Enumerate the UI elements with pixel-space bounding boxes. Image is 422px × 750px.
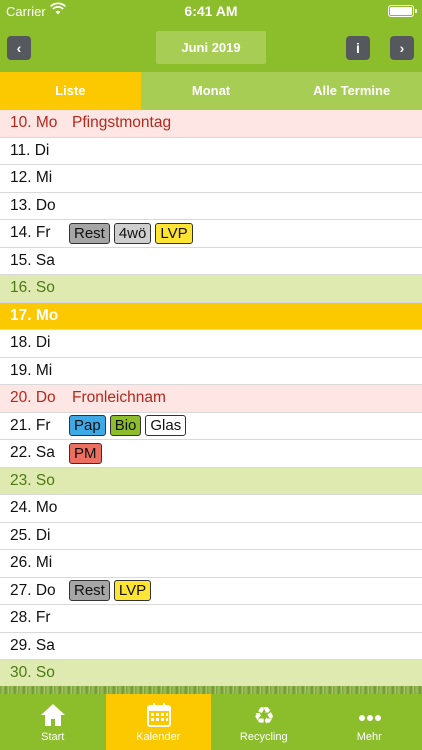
day-label: 19. Mi (10, 361, 53, 379)
chevron-right-icon: › (399, 40, 405, 56)
day-row[interactable]: 18. Di (0, 330, 422, 358)
tab-bar: Start Kalender ♻ Recycling Mehr (0, 694, 422, 750)
day-label: 22. Sa (10, 444, 55, 462)
day-label: 27. Do (10, 581, 56, 599)
day-label: 10. Mo (10, 114, 58, 132)
collection-tag[interactable]: LVP (155, 222, 193, 244)
day-row[interactable]: 28. Fr (0, 605, 422, 633)
collection-tag[interactable]: Bio (109, 415, 142, 437)
tab-monat[interactable]: Monat (141, 72, 282, 110)
calendar-icon (146, 703, 171, 727)
day-row[interactable]: 12. Mi (0, 165, 422, 193)
tabbar-label: Kalender (136, 731, 181, 743)
home-icon (41, 704, 65, 726)
info-button[interactable]: i (346, 36, 370, 60)
day-label: 25. Di (10, 526, 51, 544)
next-month-button[interactable]: › (390, 36, 414, 60)
info-icon: i (356, 40, 360, 56)
day-label: 24. Mo (10, 499, 58, 517)
day-row[interactable]: 25. Di (0, 522, 422, 550)
day-label: 16. So (10, 279, 55, 297)
nav-bar: ‹ Juni 2019 i › (0, 22, 422, 72)
day-row[interactable]: 17. Mo (0, 302, 422, 330)
holiday-name: Pfingstmontag (72, 114, 172, 132)
clock: 6:41 AM (184, 3, 238, 19)
previous-month-button[interactable]: ‹ (7, 36, 31, 60)
day-row[interactable]: 11. Di (0, 137, 422, 165)
day-row[interactable]: 26. Mi (0, 550, 422, 578)
collection-tag[interactable]: LVP (113, 580, 152, 602)
tab-liste[interactable]: Liste (0, 72, 141, 110)
collection-tag[interactable]: Glas (145, 415, 187, 437)
grass-background (0, 686, 422, 694)
tabbar-item-mehr[interactable]: Mehr (317, 694, 422, 750)
svg-text:♻: ♻ (253, 702, 275, 728)
day-label: 23. So (10, 471, 55, 489)
day-label: 30. So (10, 664, 55, 682)
day-label: 21. Fr (10, 416, 51, 434)
status-bar: Carrier 6:41 AM (0, 0, 422, 22)
collection-tags: Pap Bio Glas (68, 415, 187, 437)
collection-tag[interactable]: 4wö (113, 222, 152, 244)
tabbar-label: Mehr (356, 731, 382, 743)
collection-tag[interactable]: Rest (69, 580, 110, 602)
collection-tags: Rest 4wö LVP (68, 222, 193, 244)
day-row[interactable]: 19. Mi (0, 357, 422, 385)
day-label: 17. Mo (10, 306, 59, 324)
collection-tags: PM (68, 442, 102, 464)
collection-tag[interactable]: Pap (69, 415, 106, 437)
day-label: 13. Do (10, 196, 56, 214)
tabbar-item-start[interactable]: Start (0, 694, 106, 750)
day-row[interactable]: 13. Do (0, 192, 422, 220)
day-label: 12. Mi (10, 169, 53, 187)
day-label: 26. Mi (10, 554, 53, 572)
day-label: 28. Fr (10, 609, 51, 627)
recycle-icon: ♻ (253, 702, 275, 728)
collection-tag[interactable]: Rest (69, 222, 110, 244)
day-row[interactable]: 22. Sa PM (0, 440, 422, 468)
tabbar-item-kalender[interactable]: Kalender (105, 694, 211, 750)
chevron-left-icon: ‹ (16, 40, 22, 56)
day-row[interactable]: 23. So (0, 467, 422, 495)
day-list[interactable]: 10. Mo Pfingstmontag 11. Di 12. Mi 13. Do 14.… (0, 110, 422, 692)
tab-alle-termine[interactable]: Alle Termine (281, 72, 422, 110)
tabbar-item-recycling[interactable]: ♻ Recycling (211, 694, 317, 750)
day-label: 29. Sa (10, 636, 55, 654)
tabbar-label: Recycling (239, 731, 288, 743)
day-row[interactable]: 16. So (0, 275, 422, 303)
holiday-name: Fronleichnam (72, 389, 166, 407)
day-label: 15. Sa (10, 251, 55, 269)
collection-tag[interactable]: PM (69, 442, 102, 464)
month-title[interactable]: Juni 2019 (156, 31, 266, 64)
day-label: 14. Fr (10, 224, 51, 242)
day-label: 20. Do (10, 389, 56, 407)
day-row[interactable]: 14. Fr Rest 4wö LVP (0, 220, 422, 248)
tabbar-label: Start (41, 731, 65, 743)
day-label: 11. Di (10, 141, 50, 159)
day-row[interactable]: 27. Do Rest LVP (0, 577, 422, 605)
more-icon (358, 715, 381, 721)
day-row[interactable]: 29. Sa (0, 632, 422, 660)
day-label: 18. Di (10, 334, 51, 352)
day-row[interactable]: 21. Fr Pap Bio Glas (0, 412, 422, 440)
day-row[interactable]: 24. Mo (0, 495, 422, 523)
collection-tags: Rest LVP (68, 580, 152, 602)
view-segmented-control: Liste Monat Alle Termine (0, 72, 422, 110)
day-row[interactable]: 20. Do Fronleichnam (0, 385, 422, 413)
battery-icon (388, 5, 417, 17)
day-row[interactable]: 30. So (0, 660, 422, 688)
day-row[interactable]: 15. Sa (0, 247, 422, 275)
day-row[interactable]: 10. Mo Pfingstmontag (0, 110, 422, 138)
